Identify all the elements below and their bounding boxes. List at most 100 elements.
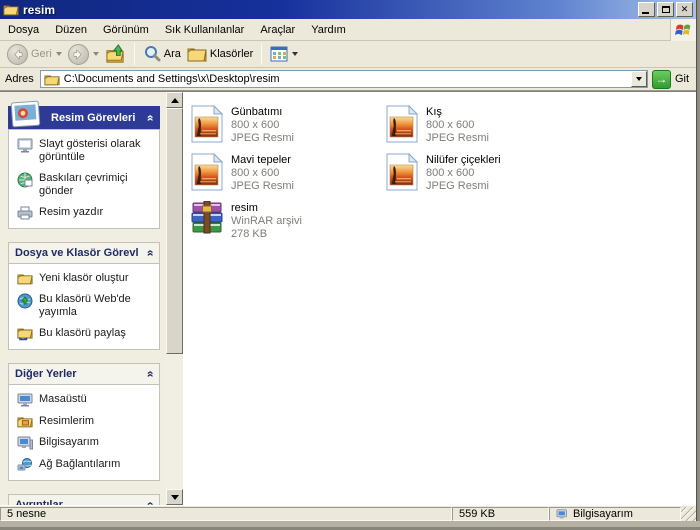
maximize-button[interactable]: [657, 2, 674, 17]
title-bar[interactable]: resim ✕: [0, 0, 696, 19]
status-bar: 5 nesne 559 KB Bilgisayarım: [0, 505, 696, 521]
file-tile-gunbatimi[interactable]: Günbatımı 800 x 600 JPEG Resmi: [190, 105, 385, 153]
place-desktop[interactable]: Masaüstü: [17, 393, 155, 407]
objects-count: 5 nesne: [7, 508, 46, 520]
up-folder-icon: [105, 44, 126, 64]
back-dropdown-icon[interactable]: [56, 52, 62, 56]
section-picture-tasks: Resim Görevleri » Slayt gösterisi olarak…: [8, 106, 160, 229]
minimize-icon: [642, 12, 649, 14]
place-my-computer[interactable]: Bilgisayarım: [17, 436, 155, 450]
file-tile-kis[interactable]: Kış 800 x 600 JPEG Resmi: [385, 105, 580, 153]
section-other-places: Diğer Yerler » Masaüstü: [8, 363, 160, 481]
place-my-pictures[interactable]: Resimlerim: [17, 415, 155, 428]
task-label: Slayt gösterisi olarak görüntüle: [39, 138, 155, 164]
content-region: Resim Görevleri » Slayt gösterisi olarak…: [0, 91, 696, 505]
forward-dropdown-icon[interactable]: [93, 52, 99, 56]
folder-icon: [44, 73, 60, 86]
address-input[interactable]: [64, 73, 631, 85]
explorer-window: resim ✕ Dosya Düzen Görünüm Sık Kullanıl…: [0, 0, 697, 521]
menu-help[interactable]: Yardım: [303, 21, 354, 39]
chevron-up-icon[interactable]: »: [143, 115, 157, 122]
share-folder-icon: [17, 327, 33, 341]
search-button[interactable]: Ara: [140, 43, 184, 65]
section-body: Yeni klasör oluştur Bu klasörü Web'de ya…: [8, 263, 160, 350]
go-label: Git: [675, 73, 693, 85]
address-label: Adres: [3, 73, 36, 85]
task-order-prints[interactable]: Baskıları çevrimiçi gönder: [17, 172, 155, 198]
section-header-picture-tasks[interactable]: Resim Görevleri »: [8, 106, 160, 129]
scrollbar-track[interactable]: [166, 354, 183, 489]
views-dropdown-icon[interactable]: [292, 52, 298, 56]
close-icon: ✕: [681, 4, 689, 15]
print-picture-icon: [17, 206, 33, 220]
publish-web-icon: [17, 293, 33, 309]
views-icon: [270, 46, 288, 62]
scroll-down-button[interactable]: [166, 489, 183, 505]
forward-button[interactable]: [65, 42, 102, 67]
task-label: Bu klasörü paylaş: [39, 327, 126, 341]
chevron-up-icon[interactable]: »: [143, 371, 157, 378]
jpeg-image-icon: [190, 153, 224, 191]
minimize-button[interactable]: [638, 2, 655, 17]
close-button[interactable]: ✕: [676, 2, 693, 17]
scrollbar-thumb[interactable]: [166, 108, 183, 354]
desktop-screen: resim ✕ Dosya Düzen Görünüm Sık Kullanıl…: [0, 0, 700, 530]
status-location: Bilgisayarım: [549, 507, 681, 521]
section-header-other-places[interactable]: Diğer Yerler »: [8, 363, 160, 384]
folders-label: Klasörler: [210, 48, 253, 60]
task-label: Masaüstü: [39, 393, 87, 407]
views-button[interactable]: [267, 44, 301, 64]
task-pane: Resim Görevleri » Slayt gösterisi olarak…: [0, 92, 166, 505]
section-title: Dosya ve Klasör Görevl: [15, 247, 139, 259]
file-tile-mavi-tepeler[interactable]: Mavi tepeler 800 x 600 JPEG Resmi: [190, 153, 385, 201]
forward-circle-icon: [68, 44, 89, 65]
file-name: Mavi tepeler: [231, 154, 294, 167]
section-header-file-folder-tasks[interactable]: Dosya ve Klasör Görevl »: [8, 242, 160, 263]
files-grid: Günbatımı 800 x 600 JPEG Resmi: [190, 105, 696, 249]
chevron-up-icon[interactable]: »: [143, 250, 157, 257]
menu-file[interactable]: Dosya: [0, 21, 47, 39]
task-label: Yeni klasör oluştur: [39, 272, 128, 285]
back-label: Geri: [31, 48, 52, 60]
file-type: JPEG Resmi: [426, 132, 489, 145]
task-view-slideshow[interactable]: Slayt gösterisi olarak görüntüle: [17, 138, 155, 164]
file-list-area[interactable]: Günbatımı 800 x 600 JPEG Resmi: [183, 92, 696, 505]
jpeg-image-icon: [385, 153, 419, 191]
network-places-icon: [17, 458, 33, 472]
task-new-folder[interactable]: Yeni klasör oluştur: [17, 272, 155, 285]
task-print-picture[interactable]: Resim yazdır: [17, 206, 155, 220]
taskpane-scrollbar[interactable]: [166, 92, 183, 505]
triangle-down-icon: [171, 495, 179, 500]
section-header-details[interactable]: Ayrıntılar »: [8, 494, 160, 505]
folders-button[interactable]: Klasörler: [184, 44, 256, 64]
triangle-up-icon: [171, 98, 179, 103]
toolbar-separator: [134, 43, 135, 65]
task-label: Bilgisayarım: [39, 436, 99, 450]
go-button[interactable]: →: [652, 70, 671, 89]
go-arrow-icon: →: [655, 72, 667, 86]
menu-tools[interactable]: Araçlar: [252, 21, 303, 39]
new-folder-icon: [17, 272, 33, 285]
menu-view[interactable]: Görünüm: [95, 21, 157, 39]
file-tile-nilufer[interactable]: Nilüfer çiçekleri 800 x 600 JPEG Resmi: [385, 153, 580, 201]
address-dropdown-button[interactable]: [631, 71, 647, 87]
task-share-folder[interactable]: Bu klasörü paylaş: [17, 327, 155, 341]
back-button[interactable]: Geri: [4, 42, 65, 67]
task-publish-web[interactable]: Bu klasörü Web'de yayımla: [17, 293, 155, 319]
place-network[interactable]: Ağ Bağlantılarım: [17, 458, 155, 472]
chevron-down-icon: [636, 77, 642, 81]
menu-edit[interactable]: Düzen: [47, 21, 95, 39]
order-prints-icon: [17, 172, 33, 188]
search-label: Ara: [164, 48, 181, 60]
file-name: Nilüfer çiçekleri: [426, 154, 501, 167]
file-type: JPEG Resmi: [426, 180, 501, 193]
menu-favorites[interactable]: Sık Kullanılanlar: [157, 21, 253, 39]
section-body: Masaüstü Resimlerim: [8, 384, 160, 481]
scroll-up-button[interactable]: [166, 92, 183, 108]
file-dimensions: 800 x 600: [231, 167, 294, 180]
resize-grip[interactable]: [681, 507, 696, 521]
up-button[interactable]: [102, 42, 129, 66]
folders-icon: [187, 46, 207, 62]
file-dimensions: 800 x 600: [426, 167, 501, 180]
file-tile-resim-rar[interactable]: resim WinRAR arşivi 278 KB: [190, 201, 385, 249]
